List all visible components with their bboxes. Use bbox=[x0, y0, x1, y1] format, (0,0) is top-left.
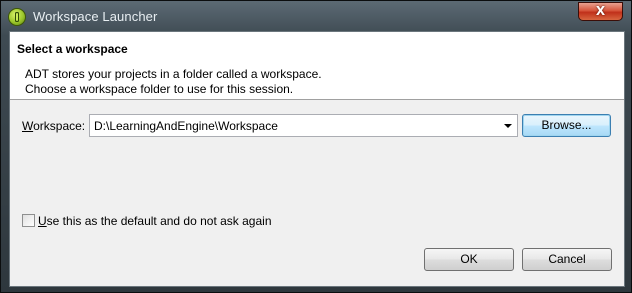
header-description-line2: Choose a workspace folder to use for thi… bbox=[25, 82, 294, 96]
checkbox-label-mnemonic: U bbox=[38, 214, 47, 228]
use-as-default-label[interactable]: Use this as the default and do not ask a… bbox=[38, 214, 272, 228]
header-title: Select a workspace bbox=[17, 42, 128, 56]
adt-logo-icon bbox=[8, 8, 26, 26]
use-as-default-checkbox[interactable] bbox=[22, 214, 35, 227]
dropdown-arrow-icon[interactable] bbox=[504, 124, 512, 128]
dialog-body: Select a workspace ADT stores your proje… bbox=[9, 31, 625, 287]
workspace-path-value[interactable]: D:\LearningAndEngine\Workspace bbox=[94, 119, 278, 133]
dialog-header: Select a workspace ADT stores your proje… bbox=[10, 32, 624, 100]
header-description-line1: ADT stores your projects in a folder cal… bbox=[25, 67, 322, 81]
workspace-label-text: orkspace: bbox=[33, 119, 86, 133]
cancel-button[interactable]: Cancel bbox=[522, 248, 612, 271]
workspace-path-combobox[interactable]: D:\LearningAndEngine\Workspace bbox=[89, 114, 518, 137]
workspace-launcher-window: Workspace Launcher X Select a workspace … bbox=[0, 0, 632, 293]
browse-button[interactable]: Browse... bbox=[522, 114, 611, 137]
checkbox-label-text: se this as the default and do not ask ag… bbox=[46, 214, 272, 228]
workspace-label: Workspace: bbox=[22, 119, 85, 133]
window-title: Workspace Launcher bbox=[33, 9, 158, 24]
workspace-label-mnemonic: W bbox=[22, 119, 34, 133]
close-button[interactable]: X bbox=[578, 2, 623, 21]
title-bar[interactable]: Workspace Launcher X bbox=[1, 1, 631, 33]
ok-button[interactable]: OK bbox=[424, 248, 514, 271]
